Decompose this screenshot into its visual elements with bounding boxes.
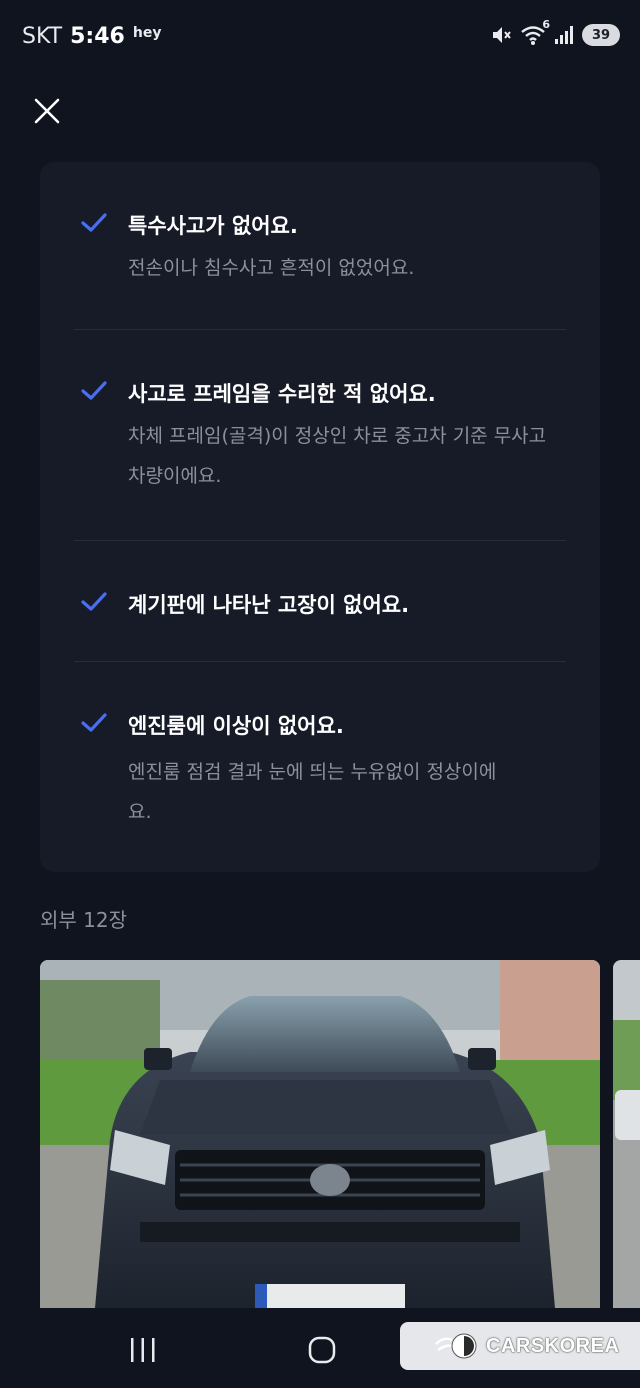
battery-indicator: 39 bbox=[582, 24, 620, 46]
close-icon bbox=[34, 98, 60, 124]
carskorea-watermark: CARSKOREA bbox=[400, 1322, 640, 1370]
wifi-icon: 6 bbox=[520, 18, 550, 46]
check-icon bbox=[81, 381, 107, 400]
home-button[interactable] bbox=[292, 1328, 352, 1372]
carskorea-logo-icon bbox=[435, 1333, 477, 1359]
system-nav-bar: CARSKOREA bbox=[0, 1308, 640, 1388]
check-title: 사고로 프레임을 수리한 적 없어요. bbox=[128, 382, 436, 406]
status-bar: SKT 5:46 hey 6 39 bbox=[0, 0, 640, 72]
watermark-text: CARSKOREA bbox=[486, 1334, 620, 1357]
check-title: 엔진룸에 이상이 없어요. bbox=[128, 714, 344, 738]
signal-icon bbox=[554, 25, 574, 45]
recent-apps-button[interactable] bbox=[113, 1328, 173, 1372]
recent-apps-icon bbox=[131, 1338, 155, 1362]
mute-icon bbox=[490, 24, 512, 46]
exterior-photo-next[interactable] bbox=[613, 960, 640, 1308]
close-button[interactable] bbox=[28, 92, 66, 130]
check-title: 특수사고가 없어요. bbox=[128, 214, 298, 238]
wifi-badge: 6 bbox=[542, 18, 550, 31]
status-left: SKT 5:46 hey bbox=[22, 24, 161, 49]
inspection-summary-card: 특수사고가 없어요. 전손이나 침수사고 흔적이 없었어요. 사고로 프레임을 … bbox=[40, 162, 600, 872]
carrier-label: SKT bbox=[22, 24, 63, 49]
exterior-photos-label: 외부 12장 bbox=[40, 908, 128, 932]
home-icon bbox=[308, 1336, 336, 1364]
check-description: 차체 프레임(골격)이 정상인 차로 중고차 기준 무사고 차량이에요. bbox=[128, 425, 547, 487]
check-icon bbox=[81, 213, 107, 232]
check-description: 전손이나 침수사고 흔적이 없었어요. bbox=[128, 257, 415, 279]
check-title: 계기판에 나타난 고장이 없어요. bbox=[128, 593, 410, 617]
car-photo-image bbox=[40, 960, 600, 1308]
status-right: 6 39 bbox=[490, 18, 620, 46]
divider bbox=[74, 661, 566, 662]
check-icon bbox=[81, 592, 107, 611]
screen: SKT 5:46 hey 6 39 특수사고가 없어요. 전손이나 침수사고 흔… bbox=[0, 0, 640, 1388]
exterior-photo[interactable] bbox=[40, 960, 600, 1308]
check-description: 엔진룸 점검 결과 눈에 띄는 누유없이 정상이에요. bbox=[128, 761, 497, 823]
divider bbox=[74, 540, 566, 541]
check-icon bbox=[81, 713, 107, 732]
car-photo-image bbox=[613, 960, 640, 1308]
divider bbox=[74, 329, 566, 330]
status-note: hey bbox=[132, 25, 162, 41]
clock: 5:46 bbox=[70, 24, 125, 49]
